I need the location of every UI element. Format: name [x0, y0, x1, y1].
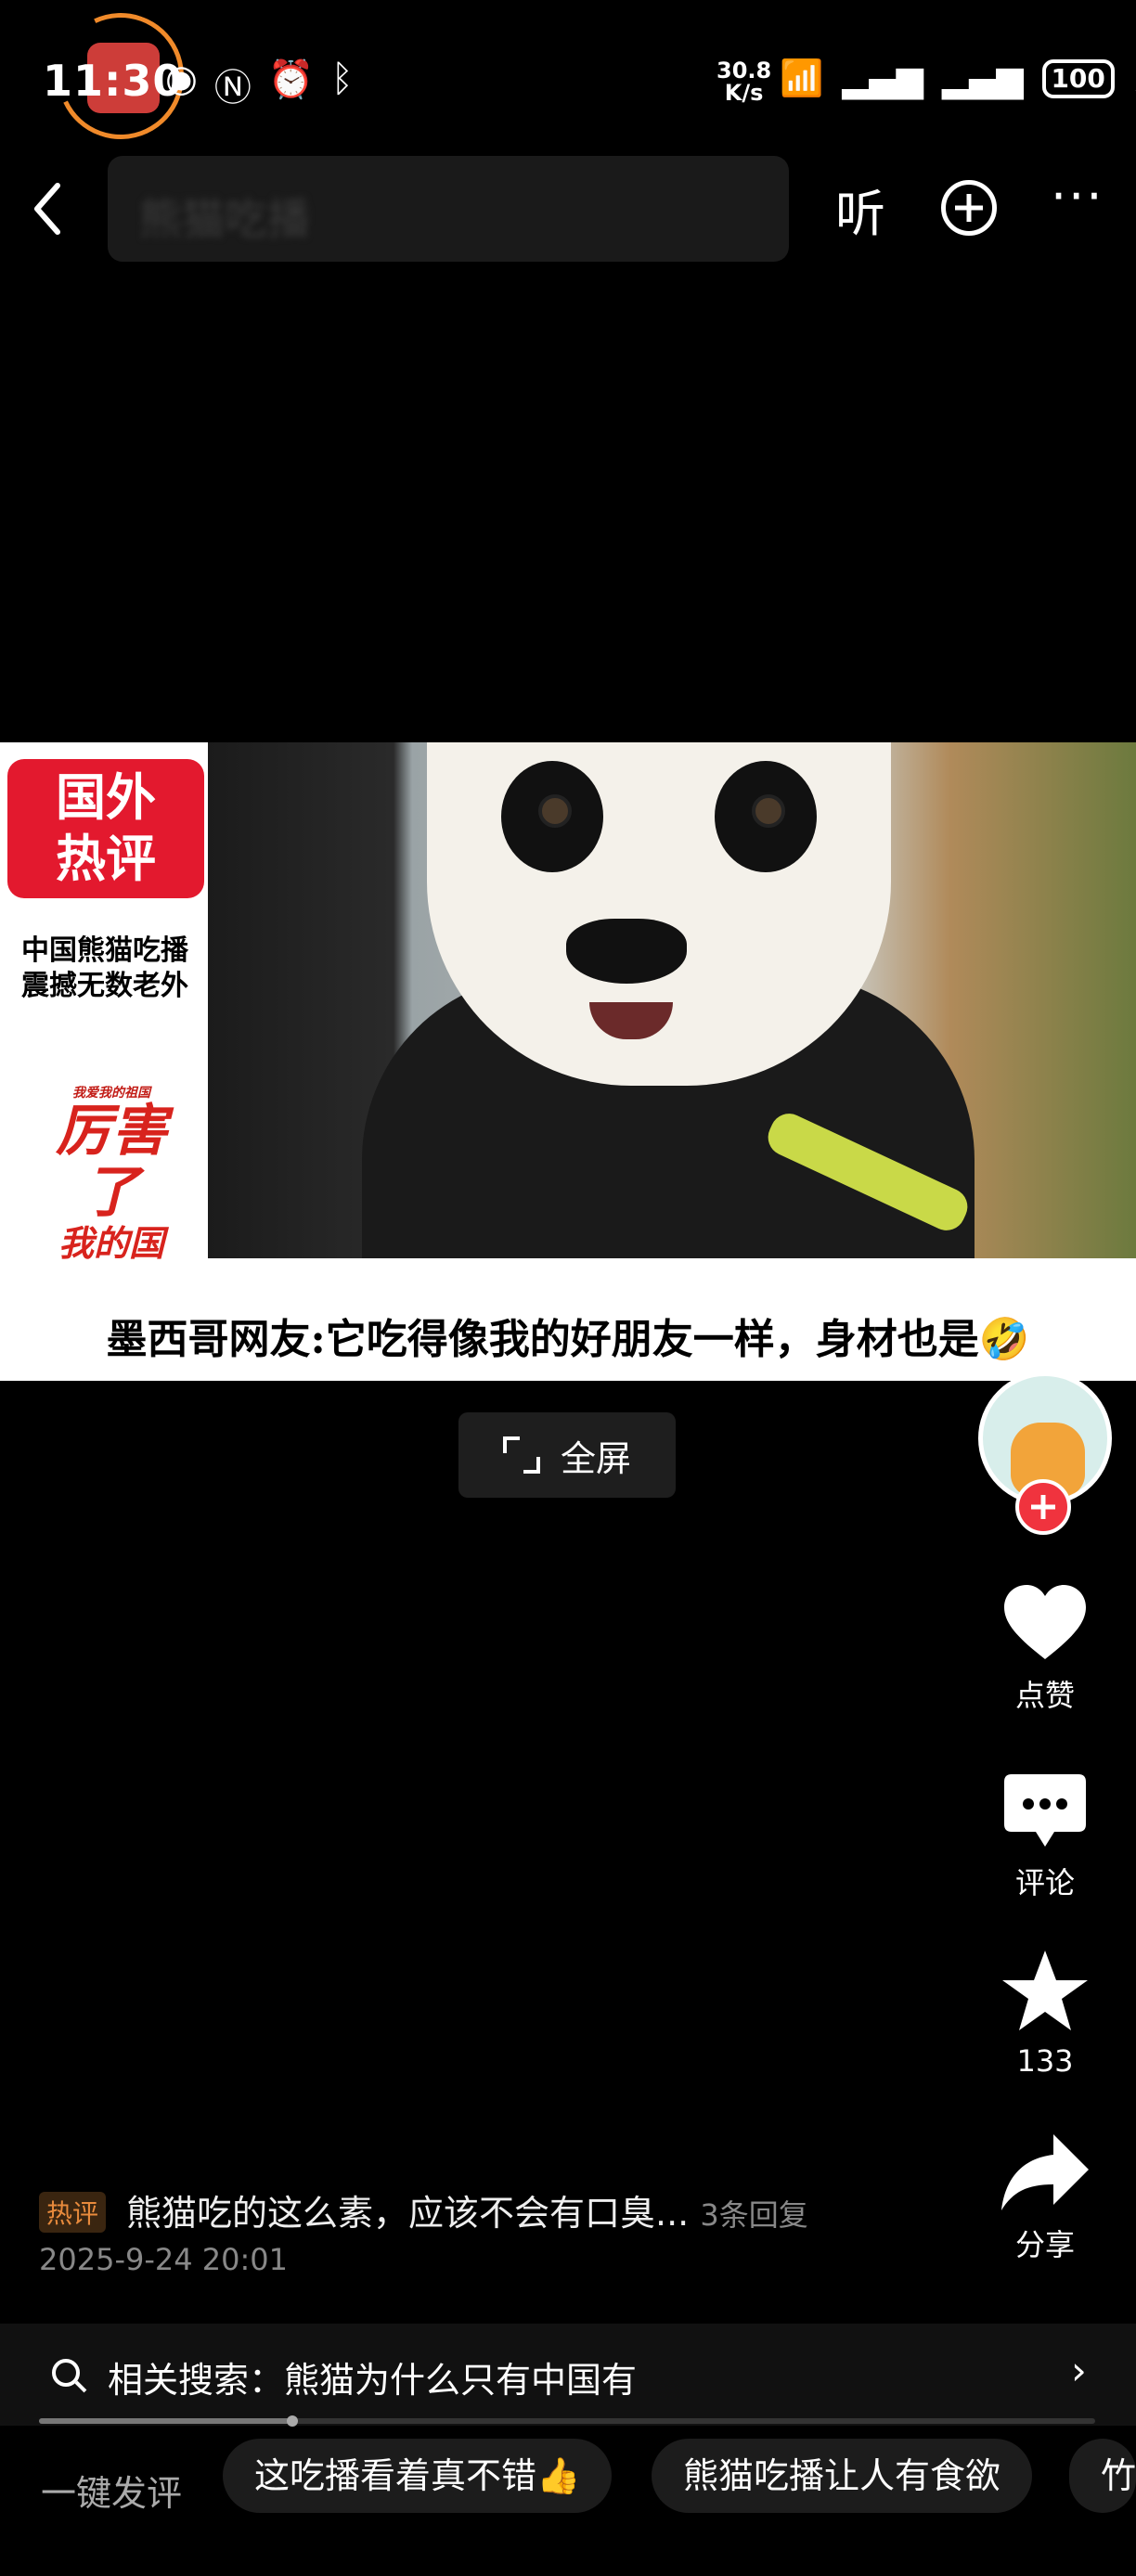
search-text: 熊猫吃播	[139, 194, 310, 244]
heart-icon	[1004, 1585, 1086, 1659]
video-progress-fill	[39, 2418, 292, 2424]
bluetooth-icon: ᛒ	[330, 58, 354, 100]
expand-icon	[502, 1436, 540, 1474]
video-player[interactable]: 国外 热评 中国熊猫吃播 震撼无数老外 我爱我的祖国 厉害了 我的国 墨西哥网友…	[0, 742, 1136, 1381]
eye-icon: ◉	[165, 58, 198, 100]
back-button[interactable]	[26, 176, 72, 241]
quick-reply-chip[interactable]: 这吃播看着真不错👍	[223, 2439, 613, 2513]
panda-nose	[566, 919, 687, 984]
add-button[interactable]	[941, 180, 997, 236]
chevron-left-icon	[34, 183, 60, 235]
comment-button[interactable]: 评论	[978, 1772, 1112, 1902]
battery-indicator: 100	[1041, 58, 1115, 98]
share-label: 分享	[1014, 2227, 1075, 2262]
wifi-icon: 📶	[780, 58, 824, 98]
search-icon	[52, 2359, 80, 2387]
related-search-text[interactable]: 相关搜索：熊猫为什么只有中国有	[108, 2351, 637, 2402]
like-button[interactable]: 点赞	[978, 1583, 1112, 1715]
side-title: 中国熊猫吃播 震撼无数老外	[21, 934, 188, 1002]
panda-mouth	[589, 1002, 673, 1039]
comment-text: 熊猫吃的这么素，应该不会有口臭...	[126, 2193, 690, 2234]
signal-icon: ▂▄▆	[842, 58, 923, 99]
fullscreen-button[interactable]: 全屏	[458, 1412, 676, 1498]
favorite-count: 133	[1016, 2043, 1074, 2079]
nfc-icon: Ⓝ	[213, 67, 252, 109]
eye-patch-left	[501, 761, 603, 872]
hot-comment[interactable]: 熊猫吃的这么素，应该不会有口臭... 3条回复	[126, 2184, 808, 2235]
share-button[interactable]: 分享	[978, 2132, 1112, 2264]
star-icon	[1002, 1951, 1088, 2030]
chevron-right-icon: ›	[1071, 2348, 1087, 2393]
hot-comment-badge: 热评	[39, 2192, 107, 2233]
like-label: 点赞	[1014, 1678, 1075, 1713]
quick-reply-chip[interactable]: 竹	[1069, 2439, 1136, 2513]
alarm-icon: ⏰	[267, 58, 315, 101]
comment-time: 2025-9-24 20:01	[39, 2242, 288, 2277]
more-button[interactable]: ···	[1051, 167, 1104, 225]
favorite-button[interactable]: 133	[978, 1949, 1112, 2079]
comment-label: 评论	[1014, 1865, 1075, 1900]
hot-review-badge: 国外 热评	[7, 759, 204, 898]
signal-icon-2: ▂▄▆	[942, 58, 1024, 99]
reply-count[interactable]: 3条回复	[700, 2197, 807, 2233]
calligraphy-logo: 我爱我的祖国 厉害了 我的国	[56, 1086, 167, 1264]
network-speed: 30.8 K/s	[716, 58, 772, 106]
comment-icon	[1004, 1774, 1086, 1847]
status-right: 📶 ▂▄▆ ▂▄▆ 100 ⚡	[780, 58, 1136, 99]
status-icons: ◉ Ⓝ ⏰ ᛒ	[165, 58, 354, 111]
eye-patch-right	[715, 761, 817, 872]
video-progress-knob[interactable]	[287, 2415, 298, 2427]
video-caption: 墨西哥网友:它吃得像我的好朋友一样，身材也是🤣	[0, 1299, 1136, 1381]
panda-face	[427, 742, 891, 1086]
fullscreen-label: 全屏	[560, 1437, 631, 1479]
listen-button[interactable]: 听	[835, 173, 885, 246]
quick-comment-label: 一键发评	[41, 2473, 183, 2514]
share-icon	[1001, 2134, 1089, 2210]
status-time: 11:30	[43, 56, 184, 106]
left-overlay-panel: 国外 热评 中国熊猫吃播 震撼无数老外 我爱我的祖国 厉害了 我的国	[0, 742, 208, 1299]
quick-reply-chip[interactable]: 熊猫吃播让人有食欲	[652, 2439, 1033, 2513]
follow-button[interactable]	[1015, 1479, 1071, 1535]
